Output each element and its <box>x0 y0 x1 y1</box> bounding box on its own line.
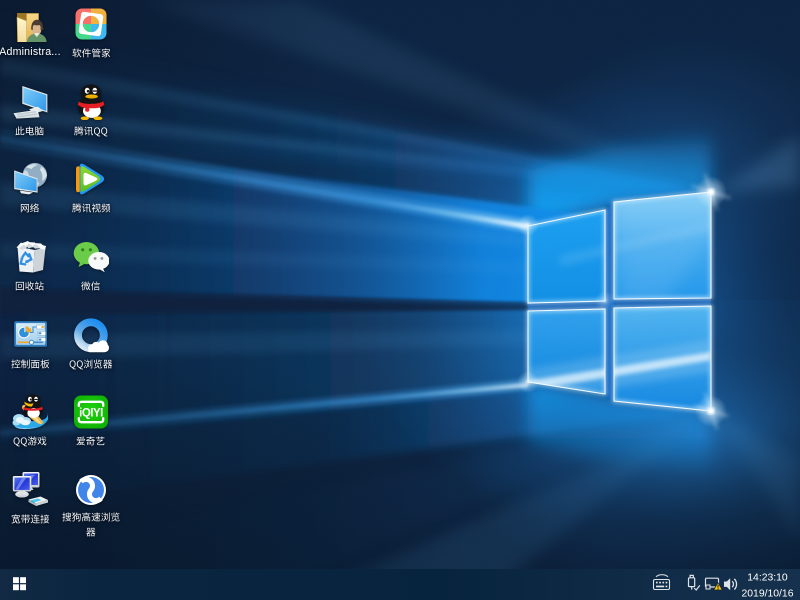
svg-text:2019/10/16: 2019/10/16 <box>741 588 793 599</box>
svg-text:iQIYI: iQIYI <box>79 408 103 420</box>
svg-text:14:23:10: 14:23:10 <box>747 572 788 583</box>
